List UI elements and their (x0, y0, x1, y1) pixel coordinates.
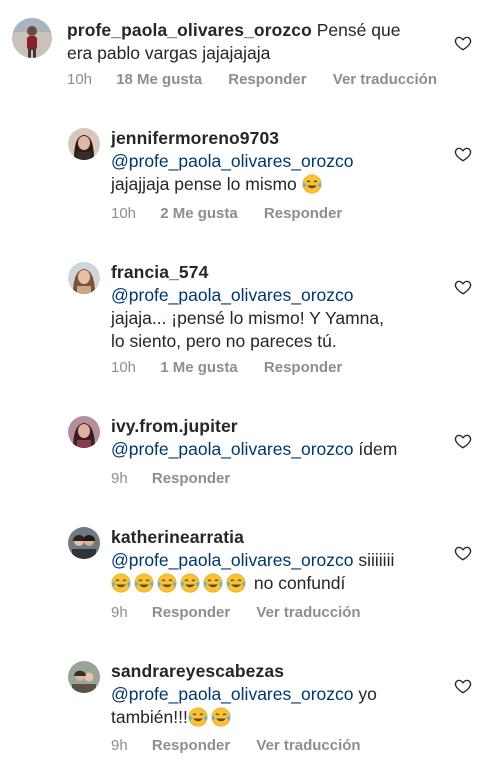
reply-button[interactable]: Responder (264, 359, 342, 376)
likes-count[interactable]: 2 Me gusta (160, 205, 238, 222)
reply-button[interactable]: Responder (152, 470, 230, 487)
translate-button[interactable]: Ver traducción (256, 604, 360, 621)
comment-body-line2: era pablo vargas jajajajaja (67, 43, 271, 63)
comment-meta: 9h Responder (111, 470, 252, 488)
avatar[interactable] (68, 262, 100, 294)
comment-body: Pensé que (316, 20, 401, 40)
likes-count[interactable]: 18 Me gusta (116, 71, 202, 88)
comment-meta: 10h 2 Me gusta Responder (111, 205, 364, 223)
username[interactable]: jennifermoreno9703 (111, 127, 279, 149)
mention-link[interactable]: @profe_paola_olivares_orozco (111, 550, 354, 570)
comment-body: @profe_paola_olivares_orozco siiiiiii (111, 549, 394, 571)
reply-button[interactable]: Responder (152, 604, 230, 621)
comment-body-line2: también!!! (111, 706, 234, 728)
comment-body: @profe_paola_olivares_orozco ídem (111, 438, 397, 460)
comment-meta: 9h Responder Ver traducción (111, 737, 383, 755)
username[interactable]: profe_paola_olivares_orozco (67, 20, 312, 40)
timestamp: 9h (111, 737, 128, 754)
heart-icon[interactable] (454, 34, 472, 52)
translate-button[interactable]: Ver traducción (256, 737, 360, 754)
avatar[interactable] (68, 416, 100, 448)
likes-count[interactable]: 1 Me gusta (160, 359, 238, 376)
comment-body-line2: lo siento, pero no pareces tú. (111, 331, 337, 351)
timestamp: 10h (111, 359, 137, 376)
mention-link[interactable]: @profe_paola_olivares_orozco (111, 150, 354, 172)
comment-body-text: ídem (358, 439, 398, 459)
comment-body-text: siiiiiii (358, 550, 395, 570)
comment-body-line2: no confundí (111, 572, 345, 594)
timestamp: 10h (111, 205, 137, 222)
timestamp: 10h (67, 71, 93, 88)
heart-icon[interactable] (454, 278, 472, 296)
username[interactable]: sandrareyescabezas (111, 660, 284, 682)
avatar[interactable] (12, 18, 52, 58)
face-with-tears-of-joy-icon (157, 573, 177, 593)
face-with-tears-of-joy-icon (211, 707, 231, 727)
avatar[interactable] (68, 527, 100, 559)
face-with-tears-of-joy-icon (134, 573, 154, 593)
translate-button[interactable]: Ver traducción (333, 71, 437, 88)
avatar[interactable] (68, 661, 100, 693)
heart-icon[interactable] (454, 145, 472, 163)
reply-button[interactable]: Responder (264, 205, 342, 222)
mention-link[interactable]: @profe_paola_olivares_orozco (111, 439, 354, 459)
comment-body-text: también!!! (111, 707, 188, 727)
timestamp: 9h (111, 604, 128, 621)
face-with-tears-of-joy-icon (180, 573, 200, 593)
comment-meta: 9h Responder Ver traducción (111, 604, 383, 622)
timestamp: 9h (111, 470, 128, 487)
comment-meta: 10h 18 Me gusta Responder Ver traducción (67, 71, 459, 89)
comment-meta: 10h 1 Me gusta Responder (111, 359, 364, 377)
reply-button[interactable]: Responder (228, 71, 306, 88)
reply-button[interactable]: Responder (152, 737, 230, 754)
comment-text: profe_paola_olivares_orozco Pensé que (67, 19, 400, 41)
heart-icon[interactable] (454, 432, 472, 450)
face-with-tears-of-joy-icon (188, 707, 208, 727)
face-with-tears-of-joy-icon (203, 573, 223, 593)
mention-link[interactable]: @profe_paola_olivares_orozco (111, 284, 354, 306)
username[interactable]: francia_574 (111, 261, 208, 283)
face-with-tears-of-joy-icon (302, 174, 322, 194)
username[interactable]: ivy.from.jupiter (111, 415, 238, 437)
mention-link[interactable]: @profe_paola_olivares_orozco (111, 684, 354, 704)
comment-body: jajajjaja pense lo mismo (111, 173, 325, 195)
face-with-tears-of-joy-icon (111, 573, 131, 593)
comment-body: jajaja... ¡pensé lo mismo! Y Yamna, (111, 308, 385, 328)
comment-body-text: jajajjaja pense lo mismo (111, 174, 297, 194)
face-with-tears-of-joy-icon (226, 573, 246, 593)
heart-icon[interactable] (454, 677, 472, 695)
avatar[interactable] (68, 128, 100, 160)
comment-body-text: no confundí (253, 573, 346, 593)
comment-body: @profe_paola_olivares_orozco yo (111, 683, 377, 705)
username[interactable]: katherinearratia (111, 526, 244, 548)
heart-icon[interactable] (454, 544, 472, 562)
comment-body-text: yo (358, 684, 377, 704)
